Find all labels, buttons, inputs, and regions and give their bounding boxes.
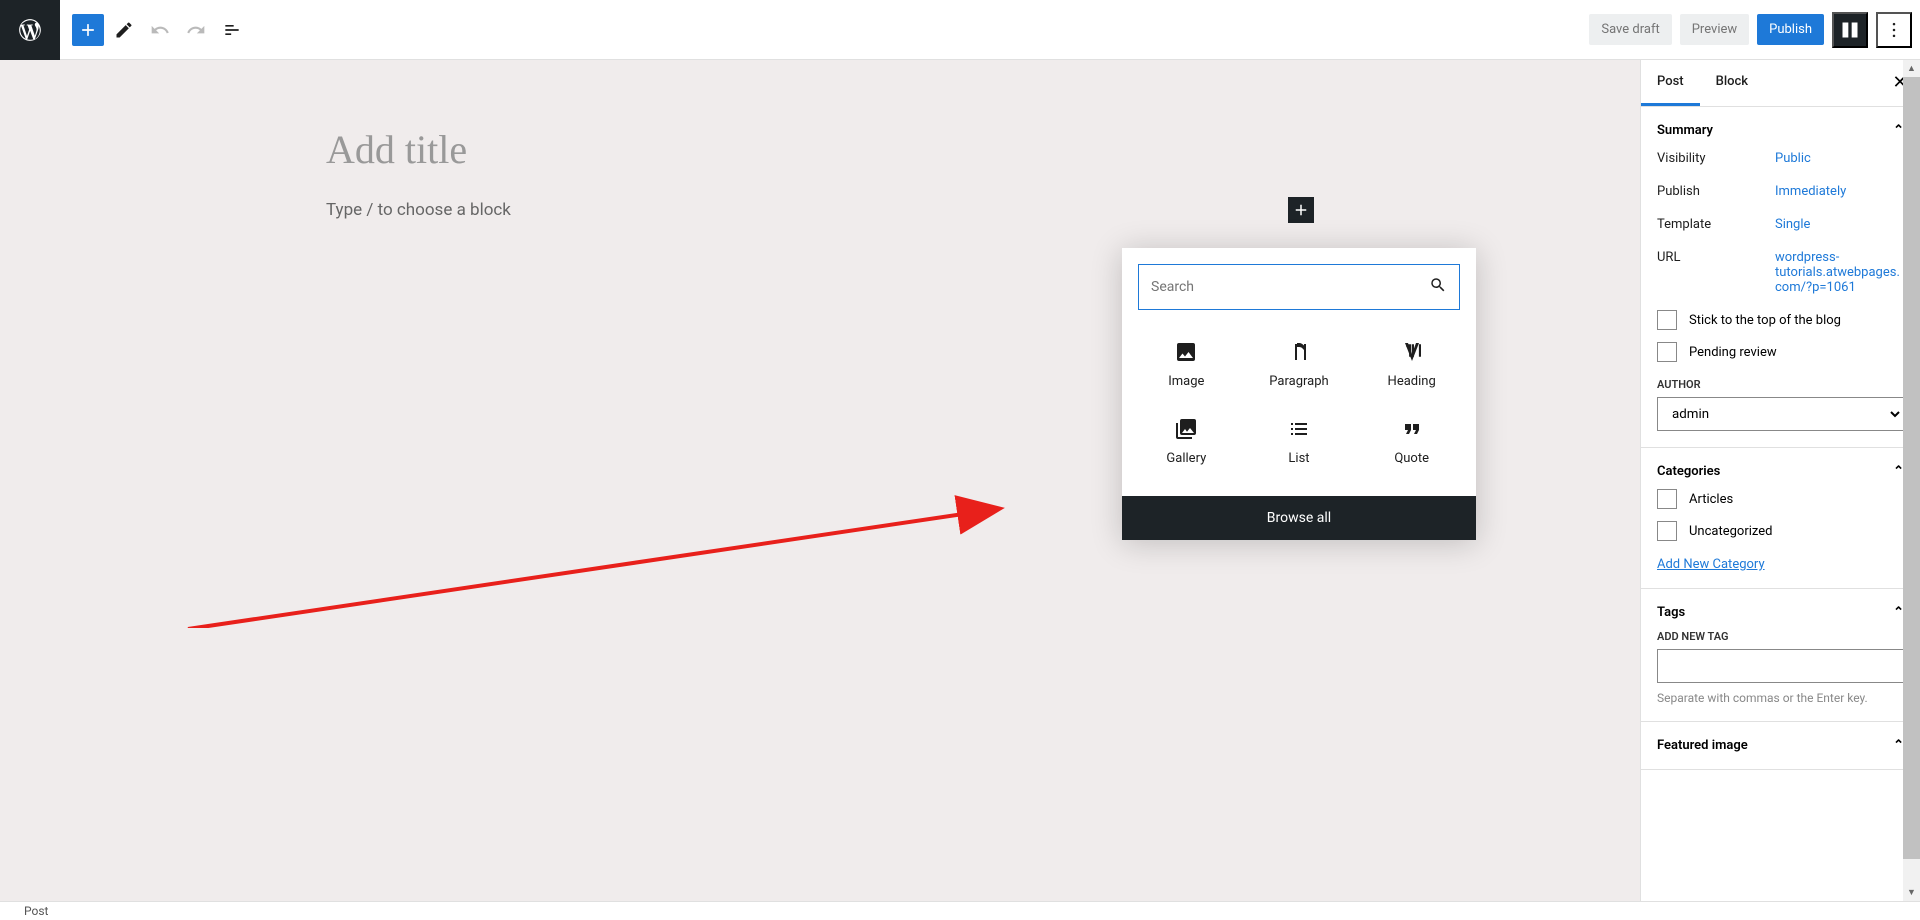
sidebar-tabs: Post Block ✕ (1641, 60, 1920, 107)
visibility-value[interactable]: Public (1775, 151, 1904, 166)
url-value[interactable]: wordpress-tutorials.atwebpages.com/?p=10… (1775, 250, 1904, 295)
scroll-down-arrow[interactable]: ▼ (1903, 884, 1920, 901)
publish-value[interactable]: Immediately (1775, 184, 1904, 199)
template-value[interactable]: Single (1775, 217, 1904, 232)
tab-block[interactable]: Block (1700, 60, 1764, 106)
row-stick: Stick to the top of the blog (1657, 304, 1904, 336)
scroll-up-arrow[interactable]: ▲ (1903, 60, 1920, 77)
tab-post[interactable]: Post (1641, 60, 1700, 106)
block-gallery[interactable]: Gallery (1130, 403, 1243, 480)
row-pending: Pending review (1657, 336, 1904, 368)
settings-sidebar: Post Block ✕ Summary ⌃ Visibility Public… (1640, 60, 1920, 901)
topbar: Save draft Preview Publish (0, 0, 1920, 60)
panel-featured-header[interactable]: Featured image ⌃ (1657, 738, 1904, 753)
edit-mode-button[interactable] (108, 14, 140, 46)
breadcrumb[interactable]: Post (24, 904, 48, 918)
main: Add title Type / to choose a block (0, 60, 1920, 901)
block-label: Heading (1388, 374, 1436, 389)
topbar-right: Save draft Preview Publish (1589, 12, 1912, 48)
more-options-button[interactable] (1876, 12, 1912, 48)
inserter-grid: Image Paragraph Heading Gallery List (1122, 326, 1476, 496)
undo-button[interactable] (144, 14, 176, 46)
panel-title: Featured image (1657, 738, 1748, 753)
inserter-search-input[interactable] (1151, 279, 1429, 295)
editor-canvas[interactable]: Add title Type / to choose a block (0, 60, 1640, 901)
document-outline-button[interactable] (216, 14, 248, 46)
row-publish: Publish Immediately (1657, 175, 1904, 208)
label: URL (1657, 250, 1775, 295)
preview-button[interactable]: Preview (1680, 14, 1749, 45)
block-label: Quote (1394, 451, 1429, 466)
row-template: Template Single (1657, 208, 1904, 241)
tag-label: ADD NEW TAG (1657, 630, 1904, 643)
save-draft-button[interactable]: Save draft (1589, 14, 1671, 45)
settings-toggle-button[interactable] (1832, 12, 1868, 48)
publish-button[interactable]: Publish (1757, 14, 1824, 45)
bottombar: Post (0, 901, 1920, 920)
tag-input[interactable] (1657, 649, 1904, 683)
category-label: Uncategorized (1689, 524, 1772, 539)
category-label: Articles (1689, 492, 1733, 507)
author-select[interactable]: admin (1657, 397, 1904, 431)
block-label: List (1288, 451, 1309, 466)
redo-button[interactable] (180, 14, 212, 46)
block-label: Image (1168, 374, 1204, 389)
add-block-button[interactable] (72, 14, 104, 46)
panel-title: Tags (1657, 605, 1685, 620)
panel-summary-header[interactable]: Summary ⌃ (1657, 123, 1904, 138)
label: Visibility (1657, 151, 1775, 166)
pending-checkbox[interactable] (1657, 342, 1677, 362)
block-image[interactable]: Image (1130, 326, 1243, 403)
block-label: Paragraph (1269, 374, 1328, 389)
cat-row: Uncategorized (1657, 515, 1904, 547)
label: Template (1657, 217, 1775, 232)
scrollbar[interactable]: ▲ ▼ (1903, 60, 1920, 901)
search-icon (1429, 276, 1447, 298)
author-label: AUTHOR (1657, 378, 1904, 391)
panel-title: Categories (1657, 464, 1720, 479)
panel-tags-header[interactable]: Tags ⌃ (1657, 605, 1904, 620)
wordpress-logo[interactable] (0, 0, 60, 60)
category-checkbox[interactable] (1657, 489, 1677, 509)
block-list[interactable]: List (1243, 403, 1356, 480)
add-category-link[interactable]: Add New Category (1657, 557, 1765, 572)
stick-checkbox[interactable] (1657, 310, 1677, 330)
panel-categories: Categories ⌃ Articles Uncategorized Add … (1641, 448, 1920, 589)
stick-label: Stick to the top of the blog (1689, 313, 1841, 328)
inserter-search-wrap (1122, 248, 1476, 326)
category-checkbox[interactable] (1657, 521, 1677, 541)
pending-label: Pending review (1689, 345, 1777, 360)
label: Publish (1657, 184, 1775, 199)
inserter-search-box (1138, 264, 1460, 310)
block-label: Gallery (1166, 451, 1206, 466)
panel-featured-image: Featured image ⌃ (1641, 722, 1920, 770)
block-prompt[interactable]: Type / to choose a block (326, 200, 511, 220)
inline-add-block-button[interactable] (1288, 197, 1314, 223)
tag-hint: Separate with commas or the Enter key. (1657, 691, 1904, 705)
panel-categories-header[interactable]: Categories ⌃ (1657, 464, 1904, 479)
block-heading[interactable]: Heading (1355, 326, 1468, 403)
topbar-left (0, 0, 248, 59)
row-url: URL wordpress-tutorials.atwebpages.com/?… (1657, 241, 1904, 304)
panel-summary: Summary ⌃ Visibility Public Publish Imme… (1641, 107, 1920, 448)
block-paragraph[interactable]: Paragraph (1243, 326, 1356, 403)
cat-row: Articles (1657, 483, 1904, 515)
block-inserter-popover: Image Paragraph Heading Gallery List (1122, 248, 1476, 540)
panel-tags: Tags ⌃ ADD NEW TAG Separate with commas … (1641, 589, 1920, 722)
body-row: Type / to choose a block (326, 197, 1314, 223)
scrollbar-thumb[interactable] (1903, 77, 1920, 859)
browse-all-button[interactable]: Browse all (1122, 496, 1476, 540)
post-title-input[interactable]: Add title (326, 120, 1314, 179)
toolbar (60, 14, 248, 46)
panel-title: Summary (1657, 123, 1713, 138)
block-quote[interactable]: Quote (1355, 403, 1468, 480)
row-visibility: Visibility Public (1657, 142, 1904, 175)
